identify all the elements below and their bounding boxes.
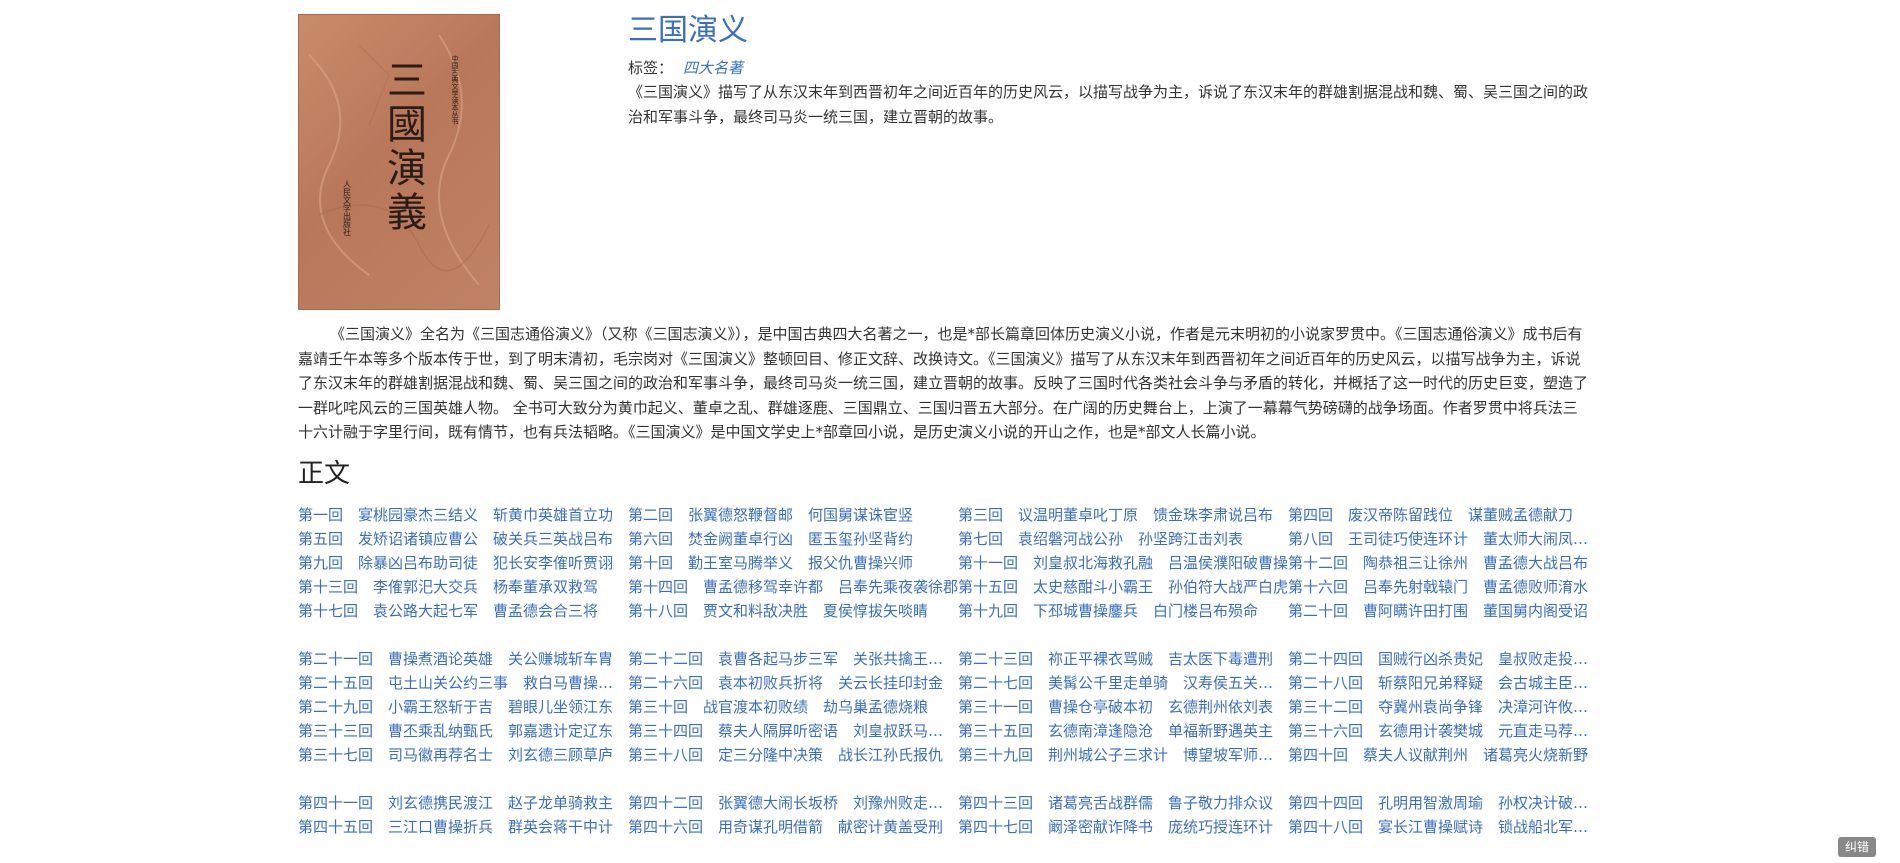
chapter-link[interactable]: 第四十七回 阚泽密献诈降书 庞统巧授连环计 [958,815,1288,839]
chapter-link[interactable]: 第三十七回 司马徽再荐名士 刘玄德三顾草庐 [298,743,628,767]
chapter-row: 第二十九回 小霸王怒斩于吉 碧眼儿坐领江东 第三十回 战官渡本初败绩 劫乌巢孟德烧… [298,695,1590,719]
chapter-link[interactable]: 第二十七回 美髯公千里走单骑 汉寿侯五关斩六将 [958,671,1288,695]
chapter-link[interactable]: 第四十八回 宴长江曹操赋诗 锁战船北军用武 [1288,815,1590,839]
chapter-link[interactable]: 第二十九回 小霸王怒斩于吉 碧眼儿坐领江东 [298,695,628,719]
chapter-link[interactable]: 第二十八回 斩蔡阳兄弟释疑 会古城主臣聚义 [1288,671,1590,695]
chapter-link[interactable]: 第三十回 战官渡本初败绩 劫乌巢孟德烧粮 [628,695,958,719]
chapter-link[interactable]: 第四十四回 孔明用智激周瑜 孙权决计破曹操 [1288,791,1590,815]
cover-series-text: 中国古典文学读本丛书 [451,54,459,126]
chapter-row: 第二十五回 屯土山关公约三事 救白马曹操解重围 第二十六回 袁本初败兵折将 关云长… [298,671,1590,695]
chapter-link[interactable]: 第十七回 袁公路大起七军 曹孟德会合三将 [298,599,628,623]
chapter-group: 第二十一回 曹操煮酒论英雄 关公赚城斩车胄 第二十二回 袁曹各起马步三军 关张共擒… [298,647,1590,767]
chapter-link[interactable]: 第二十六回 袁本初败兵折将 关云长挂印封金 [628,671,958,695]
chapter-row: 第十七回 袁公路大起七军 曹孟德会合三将 第十八回 贾文和料敌决胜 夏侯惇拔矢啖睛… [298,599,1590,623]
chapter-link[interactable]: 第七回 袁绍磐河战公孙 孙坚跨江击刘表 [958,527,1288,551]
chapter-link[interactable]: 第四十三回 诸葛亮舌战群儒 鲁子敬力排众议 [958,791,1288,815]
chapter-link[interactable]: 第二十五回 屯土山关公约三事 救白马曹操解重围 [298,671,628,695]
chapter-link[interactable]: 第三十五回 玄德南漳逢隐沧 单福新野遇英主 [958,719,1288,743]
chapter-link[interactable]: 第三十三回 曹丕乘乱纳甄氏 郭嘉遗计定辽东 [298,719,628,743]
chapter-row: 第四十五回 三江口曹操折兵 群英会蒋干中计 第四十六回 用奇谋孔明借箭 献密计黄盖… [298,815,1590,839]
book-title[interactable]: 三国演义 [628,14,1590,48]
chapter-link[interactable]: 第三十九回 荆州城公子三求计 博望坡军师初用兵 [958,743,1288,767]
tag-row: 标签： 四大名著 [628,58,1590,78]
chapter-link[interactable]: 第十回 勤王室马腾举义 报父仇曹操兴师 [628,551,958,575]
chapter-link[interactable]: 第十九回 下邳城曹操鏖兵 白门楼吕布殒命 [958,599,1288,623]
chapter-link[interactable]: 第四十五回 三江口曹操折兵 群英会蒋干中计 [298,815,628,839]
chapter-link[interactable]: 第二十三回 祢正平裸衣骂贼 吉太医下毒遭刑 [958,647,1288,671]
cover-publisher-text: 人民文学出版社 [343,180,352,237]
chapter-link[interactable]: 第四回 废汉帝陈留践位 谋董贼孟德献刀 [1288,503,1590,527]
chapter-link[interactable]: 第四十回 蔡夫人议献荆州 诸葛亮火烧新野 [1288,743,1590,767]
chapter-row: 第十三回 李傕郭汜大交兵 杨奉董承双救驾 第十四回 曹孟德移驾幸许都 吕奉先乘夜袭… [298,575,1590,599]
chapter-list: 第一回 宴桃园豪杰三结义 斩黄巾英雄首立功 第二回 张翼德怒鞭督邮 何国舅谋诛宦竖… [298,503,1590,839]
chapter-link[interactable]: 第四十一回 刘玄德携民渡江 赵子龙单骑救主 [298,791,628,815]
chapter-link[interactable]: 第三回 议温明董卓叱丁原 馈金珠李肃说吕布 [958,503,1288,527]
chapter-link[interactable]: 第十四回 曹孟德移驾幸许都 吕奉先乘夜袭徐郡 [628,575,958,599]
chapter-link[interactable]: 第二十回 曹阿瞒许田打围 董国舅内阁受诏 [1288,599,1590,623]
chapter-link[interactable]: 第二十四回 国贼行凶杀贵妃 皇叔败走投袁绍 [1288,647,1590,671]
book-cover-image: 三國演義 中国古典文学读本丛书 人民文学出版社 [298,14,500,310]
tag-link[interactable]: 四大名著 [683,59,743,77]
chapter-link[interactable]: 第八回 王司徒巧使连环计 董太师大闹凤仪亭 [1288,527,1590,551]
chapter-group: 第四十一回 刘玄德携民渡江 赵子龙单骑救主 第四十二回 张翼德大闹长坂桥 刘豫州败… [298,791,1590,839]
chapter-link[interactable]: 第一回 宴桃园豪杰三结义 斩黄巾英雄首立功 [298,503,628,527]
chapter-link[interactable]: 第十五回 太史慈酣斗小霸王 孙伯符大战严白虎 [958,575,1288,599]
chapter-link[interactable]: 第五回 发矫诏诸镇应曹公 破关兵三英战吕布 [298,527,628,551]
chapter-row: 第四十一回 刘玄德携民渡江 赵子龙单骑救主 第四十二回 张翼德大闹长坂桥 刘豫州败… [298,791,1590,815]
chapter-link[interactable]: 第六回 焚金阙董卓行凶 匿玉玺孙坚背约 [628,527,958,551]
chapter-link[interactable]: 第九回 除暴凶吕布助司徒 犯长安李傕听贾诩 [298,551,628,575]
chapter-link[interactable]: 第三十八回 定三分隆中决策 战长江孙氏报仇 [628,743,958,767]
chapter-link[interactable]: 第四十六回 用奇谋孔明借箭 献密计黄盖受刑 [628,815,958,839]
chapter-row: 第五回 发矫诏诸镇应曹公 破关兵三英战吕布 第六回 焚金阙董卓行凶 匿玉玺孙坚背约… [298,527,1590,551]
chapter-link[interactable]: 第三十四回 蔡夫人隔屏听密语 刘皇叔跃马过檀溪 [628,719,958,743]
tag-label: 标签： [628,59,674,77]
chapter-link[interactable]: 第三十六回 玄德用计袭樊城 元直走马荐诸葛 [1288,719,1590,743]
book-header: 三國演義 中国古典文学读本丛书 人民文学出版社 三国演义 标签： 四大名著 《三国… [298,14,1590,322]
book-page: 三國演義 中国古典文学读本丛书 人民文学出版社 三国演义 标签： 四大名著 《三国… [298,14,1590,863]
chapter-link[interactable]: 第十八回 贾文和料敌决胜 夏侯惇拔矢啖睛 [628,599,958,623]
cover-title-text: 三國演義 [380,59,426,235]
chapter-row: 第二十一回 曹操煮酒论英雄 关公赚城斩车胄 第二十二回 袁曹各起马步三军 关张共擒… [298,647,1590,671]
chapter-link[interactable]: 第三十一回 曹操仓亭破本初 玄德荆州依刘表 [958,695,1288,719]
chapter-link[interactable]: 第三十二回 夺冀州袁尚争锋 决漳河许攸献计 [1288,695,1590,719]
chapter-row: 第九回 除暴凶吕布助司徒 犯长安李傕听贾诩 第十回 勤王室马腾举义 报父仇曹操兴师… [298,551,1590,575]
chapter-row: 第三十七回 司马徽再荐名士 刘玄德三顾草庐 第三十八回 定三分隆中决策 战长江孙氏… [298,743,1590,767]
chapter-row: 第一回 宴桃园豪杰三结义 斩黄巾英雄首立功 第二回 张翼德怒鞭督邮 何国舅谋诛宦竖… [298,503,1590,527]
book-summary: 《三国演义》描写了从东汉末年到西晋初年之间近百年的历史风云，以描写战争为主，诉说… [628,83,1589,126]
feedback-button[interactable]: 纠错 [1837,837,1876,857]
chapter-link[interactable]: 第十二回 陶恭祖三让徐州 曹孟德大战吕布 [1288,551,1590,575]
chapter-link[interactable]: 第二十二回 袁曹各起马步三军 关张共擒王刘二将 [628,647,958,671]
section-title: 正文 [298,458,351,489]
chapter-row: 第三十三回 曹丕乘乱纳甄氏 郭嘉遗计定辽东 第三十四回 蔡夫人隔屏听密语 刘皇叔跃… [298,719,1590,743]
chapter-link[interactable]: 第二十一回 曹操煮酒论英雄 关公赚城斩车胄 [298,647,628,671]
book-info: 三国演义 标签： 四大名著 《三国演义》描写了从东汉末年到西晋初年之间近百年的历史… [628,14,1590,130]
chapter-group: 第一回 宴桃园豪杰三结义 斩黄巾英雄首立功 第二回 张翼德怒鞭督邮 何国舅谋诛宦竖… [298,503,1590,623]
chapter-link[interactable]: 第十六回 吕奉先射戟辕门 曹孟德败师淯水 [1288,575,1590,599]
chapter-link[interactable]: 第十一回 刘皇叔北海救孔融 吕温侯濮阳破曹操 [958,551,1288,575]
chapter-link[interactable]: 第四十二回 张翼德大闹长坂桥 刘豫州败走汉津口 [628,791,958,815]
chapter-link[interactable]: 第十三回 李傕郭汜大交兵 杨奉董承双救驾 [298,575,628,599]
chapter-link[interactable]: 第二回 张翼德怒鞭督邮 何国舅谋诛宦竖 [628,503,958,527]
book-introduction: 《三国演义》全名为《三国志通俗演义》（又称《三国志演义》），是中国古典四大名著之… [298,325,1589,441]
